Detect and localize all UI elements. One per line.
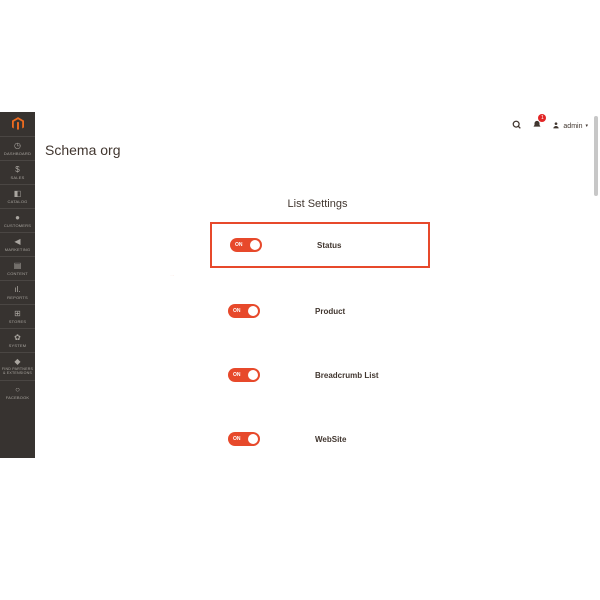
main-scrollbar[interactable] xyxy=(594,116,598,454)
settings-list: ON Status ON Product ON Breadcrumb List ON WebS… xyxy=(210,222,600,458)
setting-label: Product xyxy=(315,307,345,316)
sidebar-item-content[interactable]: ▤ CONTENT xyxy=(0,256,35,280)
user-icon xyxy=(552,121,560,131)
toggle-state-label: ON xyxy=(235,242,243,248)
notification-badge: 1 xyxy=(538,114,546,122)
setting-row-website: ON WebSite xyxy=(210,418,430,458)
sidebar-item-label: STORES xyxy=(8,320,28,324)
sidebar-item-dashboard[interactable]: ◷ DASHBOARD xyxy=(0,136,35,160)
notifications-button[interactable]: 1 xyxy=(532,117,542,135)
sidebar-item-label: CUSTOMERS xyxy=(3,224,32,228)
sidebar-item-reports[interactable]: ıl. REPORTS xyxy=(0,280,35,304)
toggle-knob xyxy=(250,240,260,250)
dashboard-icon: ◷ xyxy=(14,142,21,150)
admin-sidebar: ◷ DASHBOARD $ SALES ◧ CATALOG ● CUSTOMERS ◀ MARKE… xyxy=(0,112,35,458)
toggle-product[interactable]: ON xyxy=(228,304,260,318)
setting-label: Breadcrumb List xyxy=(315,371,379,380)
toggle-status[interactable]: ON xyxy=(230,238,262,252)
toggle-website[interactable]: ON xyxy=(228,432,260,446)
sidebar-item-facebook[interactable]: ○ FACEBOOK xyxy=(0,380,35,404)
marketing-icon: ◀ xyxy=(14,238,20,246)
setting-label: WebSite xyxy=(315,435,346,444)
section-title: List Settings xyxy=(35,198,600,210)
stores-icon: ⊞ xyxy=(14,310,21,318)
sidebar-item-customers[interactable]: ● CUSTOMERS xyxy=(0,208,35,232)
main-panel: 1 admin ▾ Schema org List Settings ON Sta… xyxy=(35,112,600,458)
customers-icon: ● xyxy=(15,214,20,222)
sidebar-item-sales[interactable]: $ SALES xyxy=(0,160,35,184)
user-label: admin xyxy=(563,123,582,130)
sidebar-item-label: CONTENT xyxy=(6,272,29,276)
sidebar-item-stores[interactable]: ⊞ STORES xyxy=(0,304,35,328)
chevron-down-icon: ▾ xyxy=(585,123,588,129)
sidebar-item-label: SYSTEM xyxy=(8,344,28,348)
catalog-icon: ◧ xyxy=(14,190,22,198)
sidebar-item-label: CATALOG xyxy=(7,200,29,204)
toggle-state-label: ON xyxy=(233,436,241,442)
sidebar-item-label: SALES xyxy=(10,176,26,180)
sidebar-item-system[interactable]: ✿ SYSTEM xyxy=(0,328,35,352)
sidebar-item-label: DASHBOARD xyxy=(3,152,32,156)
sidebar-item-label: REPORTS xyxy=(6,296,29,300)
top-bar: 1 admin ▾ xyxy=(35,112,600,140)
setting-row-status: ON Status xyxy=(210,222,430,268)
setting-row-product: ON Product xyxy=(210,290,430,332)
toggle-state-label: ON xyxy=(233,372,241,378)
sidebar-item-label: MARKETING xyxy=(4,248,32,252)
sidebar-item-find-partners-extensions[interactable]: ◆ FIND PARTNERS & EXTENSIONS xyxy=(0,352,35,380)
sidebar-item-label: FIND PARTNERS & EXTENSIONS xyxy=(0,368,35,376)
system-icon: ✿ xyxy=(14,334,21,342)
sidebar-item-label: FACEBOOK xyxy=(5,396,31,400)
toggle-knob xyxy=(248,306,258,316)
magento-logo xyxy=(0,112,35,136)
sidebar-item-catalog[interactable]: ◧ CATALOG xyxy=(0,184,35,208)
facebook-icon: ○ xyxy=(15,386,20,394)
search-icon[interactable] xyxy=(512,120,522,133)
toggle-state-label: ON xyxy=(233,308,241,314)
magento-logo-icon xyxy=(12,117,24,131)
toggle-knob xyxy=(248,434,258,444)
setting-label: Status xyxy=(317,241,341,250)
setting-row-breadcrumb-list: ON Breadcrumb List xyxy=(210,354,430,396)
content-icon: ▤ xyxy=(14,262,22,270)
toggle-breadcrumb-list[interactable]: ON xyxy=(228,368,260,382)
scrollbar-thumb[interactable] xyxy=(594,116,598,196)
page-title: Schema org xyxy=(35,140,600,158)
reports-icon: ıl. xyxy=(14,286,20,294)
bell-icon xyxy=(532,122,542,133)
sales-icon: $ xyxy=(15,166,19,174)
find-partners-extensions-icon: ◆ xyxy=(14,358,20,366)
sidebar-item-marketing[interactable]: ◀ MARKETING xyxy=(0,232,35,256)
toggle-knob xyxy=(248,370,258,380)
user-menu[interactable]: admin ▾ xyxy=(552,121,588,131)
